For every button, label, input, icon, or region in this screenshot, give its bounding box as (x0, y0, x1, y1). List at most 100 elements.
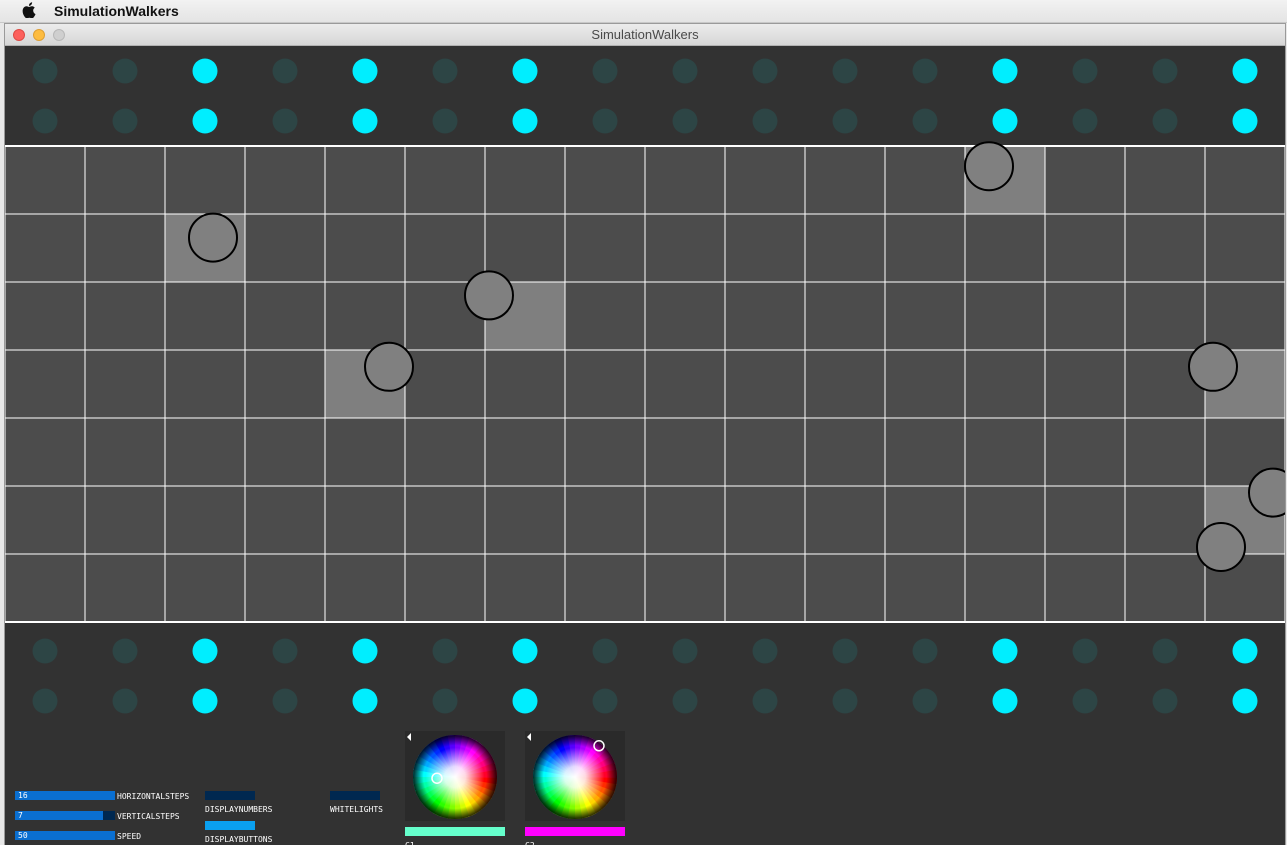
grid-cell[interactable] (5, 213, 86, 283)
led-top-b-10[interactable] (832, 108, 858, 134)
grid-cell[interactable] (564, 213, 646, 283)
apple-logo-icon[interactable] (22, 2, 36, 18)
grid-cell[interactable] (484, 485, 566, 555)
led-bottom-a-4[interactable] (352, 638, 378, 664)
led-top-b-2[interactable] (192, 108, 218, 134)
grid-cell[interactable] (164, 145, 246, 215)
led-bottom-b-1[interactable] (112, 688, 138, 714)
grid-cell[interactable] (404, 349, 486, 419)
grid-cell[interactable] (884, 553, 966, 623)
led-bottom-a-5[interactable] (432, 638, 458, 664)
grid-cell[interactable] (404, 213, 486, 283)
led-bottom-a-3[interactable] (272, 638, 298, 664)
led-top-a-8[interactable] (672, 58, 698, 84)
grid-cell[interactable] (484, 553, 566, 623)
grid-cell[interactable] (324, 281, 406, 351)
grid-cell[interactable] (164, 417, 246, 487)
grid-cell[interactable] (644, 485, 726, 555)
led-bottom-a-8[interactable] (672, 638, 698, 664)
led-bottom-b-15[interactable] (1232, 688, 1258, 714)
led-bottom-a-12[interactable] (992, 638, 1018, 664)
led-top-a-14[interactable] (1152, 58, 1178, 84)
led-top-b-6[interactable] (512, 108, 538, 134)
led-top-b-4[interactable] (352, 108, 378, 134)
grid-cell[interactable] (724, 485, 806, 555)
grid-cell[interactable] (1044, 349, 1126, 419)
grid-cell[interactable] (804, 213, 886, 283)
grid-cell[interactable] (884, 485, 966, 555)
grid-cell[interactable] (484, 417, 566, 487)
grid-cell[interactable] (644, 553, 726, 623)
led-top-b-8[interactable] (672, 108, 698, 134)
grid-cell[interactable] (244, 553, 326, 623)
led-bottom-a-14[interactable] (1152, 638, 1178, 664)
grid-cell[interactable] (1204, 281, 1285, 351)
led-bottom-b-13[interactable] (1072, 688, 1098, 714)
led-bottom-a-10[interactable] (832, 638, 858, 664)
grid-cell[interactable] (5, 145, 86, 215)
grid-cell[interactable] (244, 417, 326, 487)
led-top-a-7[interactable] (592, 58, 618, 84)
grid-cell[interactable] (564, 281, 646, 351)
led-bottom-b-6[interactable] (512, 688, 538, 714)
led-top-a-15[interactable] (1232, 58, 1258, 84)
grid-cell[interactable] (5, 281, 86, 351)
led-bottom-b-3[interactable] (272, 688, 298, 714)
grid-cell[interactable] (724, 213, 806, 283)
led-bottom-a-13[interactable] (1072, 638, 1098, 664)
grid-cell[interactable] (164, 553, 246, 623)
grid-cell[interactable] (84, 213, 166, 283)
grid-cell[interactable] (1044, 553, 1126, 623)
grid-cell[interactable] (5, 417, 86, 487)
grid-cell[interactable] (1044, 213, 1126, 283)
grid-cell[interactable] (1044, 417, 1126, 487)
grid-cell[interactable] (644, 417, 726, 487)
grid-cell[interactable] (884, 417, 966, 487)
led-top-b-12[interactable] (992, 108, 1018, 134)
led-bottom-b-7[interactable] (592, 688, 618, 714)
grid-cell[interactable] (804, 145, 886, 215)
grid-cell[interactable] (5, 485, 86, 555)
led-top-a-5[interactable] (432, 58, 458, 84)
hue-wheel[interactable] (413, 735, 497, 819)
grid-cell[interactable] (5, 553, 86, 623)
grid-cell[interactable] (964, 349, 1046, 419)
grid-cell[interactable] (404, 553, 486, 623)
led-bottom-a-15[interactable] (1232, 638, 1258, 664)
grid-cell[interactable] (324, 417, 406, 487)
step-grid[interactable] (5, 141, 1285, 623)
grid-cell[interactable] (644, 213, 726, 283)
led-top-a-12[interactable] (992, 58, 1018, 84)
grid-cell[interactable] (964, 485, 1046, 555)
grid-cell[interactable] (804, 553, 886, 623)
grid-cell[interactable] (324, 145, 406, 215)
led-bottom-a-6[interactable] (512, 638, 538, 664)
led-bottom-b-11[interactable] (912, 688, 938, 714)
led-bottom-b-2[interactable] (192, 688, 218, 714)
grid-cell[interactable] (324, 553, 406, 623)
grid-cell[interactable] (644, 281, 726, 351)
grid-cell[interactable] (84, 417, 166, 487)
grid-cell[interactable] (1044, 485, 1126, 555)
led-bottom-b-10[interactable] (832, 688, 858, 714)
grid-cell[interactable] (244, 281, 326, 351)
grid-cell[interactable] (964, 213, 1046, 283)
led-top-a-10[interactable] (832, 58, 858, 84)
grid-cell[interactable] (564, 349, 646, 419)
grid-cell[interactable] (884, 145, 966, 215)
grid-cell[interactable] (244, 213, 326, 283)
grid-cell[interactable] (564, 485, 646, 555)
led-bottom-b-14[interactable] (1152, 688, 1178, 714)
grid-cell[interactable] (884, 281, 966, 351)
led-bottom-a-9[interactable] (752, 638, 778, 664)
grid-cell[interactable] (404, 485, 486, 555)
grid-cell[interactable] (84, 485, 166, 555)
grid-cell[interactable] (564, 553, 646, 623)
grid-cell[interactable] (644, 145, 726, 215)
grid-cell[interactable] (724, 281, 806, 351)
led-top-b-14[interactable] (1152, 108, 1178, 134)
grid-cell[interactable] (724, 349, 806, 419)
grid-cell[interactable] (1124, 145, 1206, 215)
grid-cell[interactable] (484, 145, 566, 215)
sketch-canvas[interactable]: 16 HORIZONTALSTEPS 7 VERTICALSTEPS 50 SP… (5, 46, 1285, 845)
